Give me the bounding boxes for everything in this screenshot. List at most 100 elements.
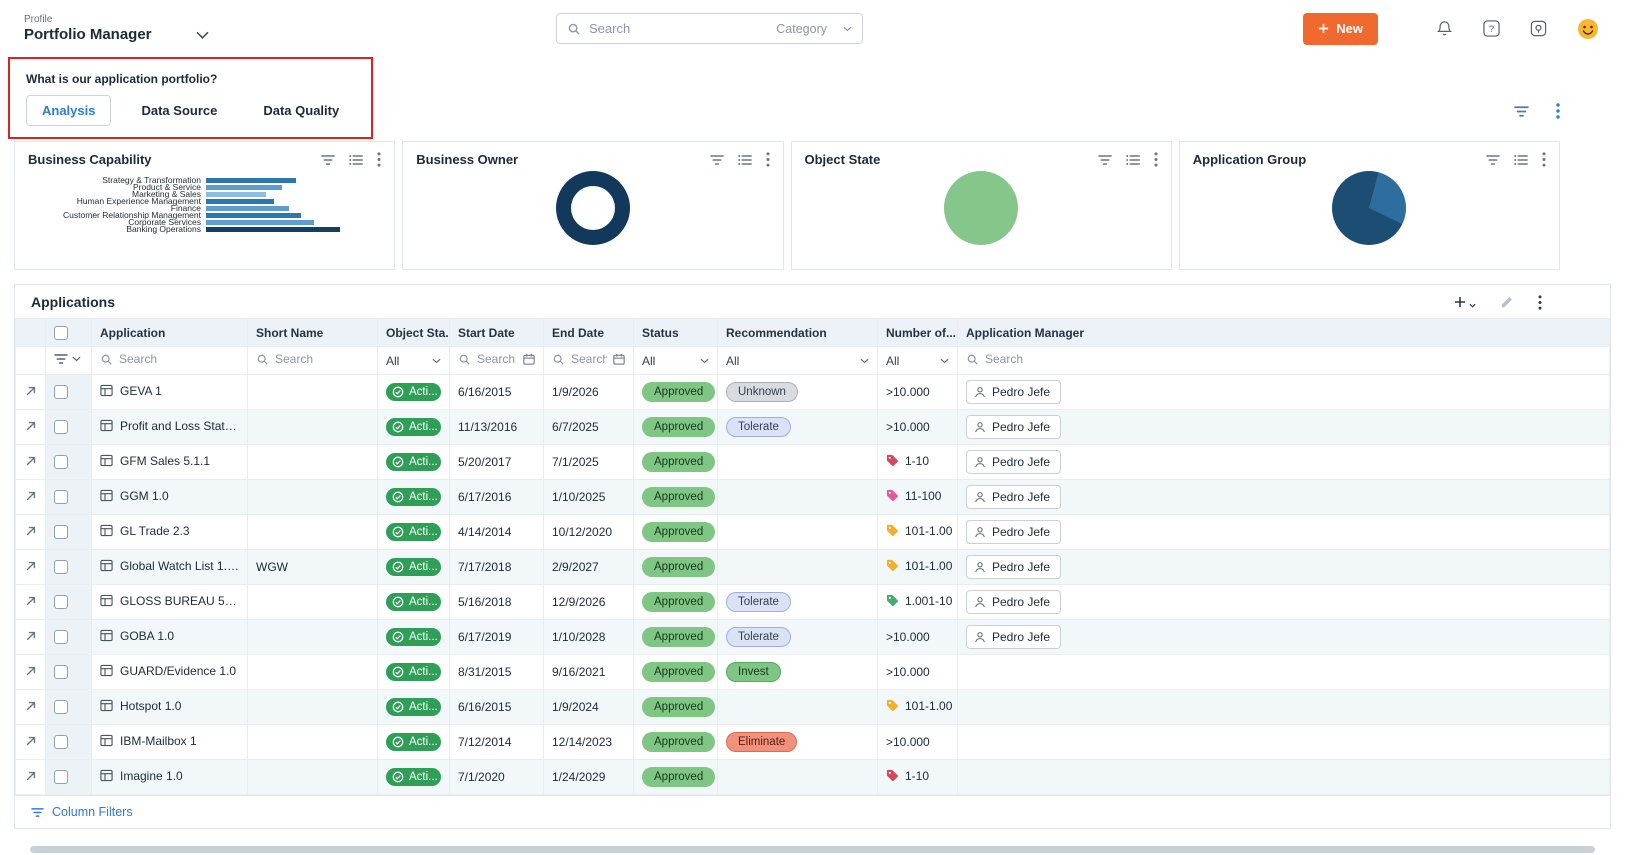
global-search[interactable]: Search Category <box>556 13 863 44</box>
pie-chart[interactable] <box>1332 171 1406 245</box>
kebab-menu-icon[interactable] <box>1538 295 1542 310</box>
filter-icon[interactable] <box>710 154 724 166</box>
select-all-checkbox[interactable] <box>54 326 68 340</box>
column-search-input[interactable]: Search <box>966 352 1601 366</box>
row-checkbox[interactable] <box>54 385 68 399</box>
add-application-button[interactable] <box>1454 296 1476 308</box>
application-name[interactable]: Profit and Loss State... <box>120 419 239 433</box>
open-fact-sheet-icon[interactable] <box>25 525 37 537</box>
open-fact-sheet-icon[interactable] <box>25 735 37 747</box>
help-icon[interactable]: ? <box>1483 20 1500 37</box>
column-header-object-sta[interactable]: Object Sta... <box>378 319 450 347</box>
category-dropdown[interactable]: Category <box>776 22 852 36</box>
column-search-input[interactable]: Search <box>256 352 369 366</box>
row-checkbox[interactable] <box>54 770 68 784</box>
column-header-short-name[interactable]: Short Name <box>248 319 378 347</box>
application-manager-chip[interactable]: Pedro Jefe <box>966 520 1061 544</box>
donut-chart[interactable] <box>556 171 630 245</box>
bar[interactable] <box>206 206 289 211</box>
chevron-down-icon[interactable] <box>196 31 209 39</box>
row-checkbox[interactable] <box>54 490 68 504</box>
application-name[interactable]: GOBA 1.0 <box>120 629 174 643</box>
application-name[interactable]: GUARD/Evidence 1.0 <box>120 664 236 678</box>
application-name[interactable]: Hotspot 1.0 <box>120 699 181 713</box>
bar[interactable] <box>206 178 296 183</box>
application-name[interactable]: GLOSS BUREAU 5.0.1 <box>120 594 239 608</box>
open-fact-sheet-icon[interactable] <box>25 665 37 677</box>
filter-icon[interactable] <box>1098 154 1112 166</box>
tab-data-source[interactable]: Data Source <box>125 95 233 126</box>
open-fact-sheet-icon[interactable] <box>25 770 37 782</box>
filter-icon[interactable] <box>321 154 335 166</box>
column-select-filter[interactable]: All <box>886 354 949 368</box>
kebab-menu-icon[interactable] <box>766 152 770 167</box>
open-fact-sheet-icon[interactable] <box>25 630 37 642</box>
open-fact-sheet-icon[interactable] <box>25 490 37 502</box>
horizontal-scrollbar[interactable] <box>30 846 1595 853</box>
column-header-application-manager[interactable]: Application Manager <box>958 319 1610 347</box>
filter-sort-button[interactable] <box>54 353 81 365</box>
open-fact-sheet-icon[interactable] <box>25 560 37 572</box>
filter-icon[interactable] <box>1486 154 1500 166</box>
application-name[interactable]: GGM 1.0 <box>120 489 169 503</box>
column-header-application[interactable]: Application <box>92 319 248 347</box>
application-manager-chip[interactable]: Pedro Jefe <box>966 415 1061 439</box>
application-manager-chip[interactable]: Pedro Jefe <box>966 485 1061 509</box>
kebab-menu-icon[interactable] <box>1556 103 1560 119</box>
column-filters-link[interactable]: Column Filters <box>52 805 133 819</box>
application-manager-chip[interactable]: Pedro Jefe <box>966 555 1061 579</box>
list-view-icon[interactable] <box>1126 154 1140 166</box>
kebab-menu-icon[interactable] <box>1542 152 1546 167</box>
calendar-icon[interactable] <box>523 353 535 365</box>
apps-store-icon[interactable] <box>1530 20 1547 37</box>
scrollbar-thumb[interactable] <box>30 846 1595 853</box>
application-name[interactable]: Imagine 1.0 <box>120 769 183 783</box>
application-name[interactable]: GFM Sales 5.1.1 <box>120 454 210 468</box>
bar[interactable] <box>206 227 340 232</box>
open-fact-sheet-icon[interactable] <box>25 700 37 712</box>
column-header-number-of[interactable]: Number of... <box>878 319 958 347</box>
application-name[interactable]: GEVA 1 <box>120 384 162 398</box>
filter-icon[interactable] <box>1514 105 1529 118</box>
column-date-filter[interactable]: Search <box>458 352 535 366</box>
edit-icon[interactable] <box>1500 295 1514 309</box>
open-fact-sheet-icon[interactable] <box>25 595 37 607</box>
list-view-icon[interactable] <box>1514 154 1528 166</box>
column-header-end-date[interactable]: End Date <box>544 319 634 347</box>
column-search-input[interactable]: Search <box>100 352 239 366</box>
column-select-filter[interactable]: All <box>726 354 869 368</box>
row-checkbox[interactable] <box>54 735 68 749</box>
row-checkbox[interactable] <box>54 630 68 644</box>
application-name[interactable]: Global Watch List 1.1... <box>120 559 239 573</box>
column-date-filter[interactable]: Search <box>552 352 625 366</box>
column-header-recommendation[interactable]: Recommendation <box>718 319 878 347</box>
user-avatar[interactable] <box>1577 18 1599 40</box>
new-button[interactable]: New <box>1303 13 1378 45</box>
application-manager-chip[interactable]: Pedro Jefe <box>966 380 1061 404</box>
open-fact-sheet-icon[interactable] <box>25 385 37 397</box>
application-name[interactable]: IBM-Mailbox 1 <box>120 734 197 748</box>
row-checkbox[interactable] <box>54 595 68 609</box>
column-select-filter[interactable]: All <box>386 354 441 368</box>
application-manager-chip[interactable]: Pedro Jefe <box>966 450 1061 474</box>
tab-data-quality[interactable]: Data Quality <box>247 95 355 126</box>
bar[interactable] <box>206 213 301 218</box>
row-checkbox[interactable] <box>54 525 68 539</box>
notifications-bell-icon[interactable] <box>1436 20 1453 37</box>
column-header-start-date[interactable]: Start Date <box>450 319 544 347</box>
open-fact-sheet-icon[interactable] <box>25 455 37 467</box>
application-name[interactable]: GL Trade 2.3 <box>120 524 190 538</box>
pie-chart[interactable] <box>944 171 1018 245</box>
column-header-status[interactable]: Status <box>634 319 718 347</box>
open-fact-sheet-icon[interactable] <box>25 420 37 432</box>
profile-switcher[interactable]: Profile Portfolio Manager <box>24 14 209 43</box>
bar[interactable] <box>206 192 266 197</box>
row-checkbox[interactable] <box>54 665 68 679</box>
list-view-icon[interactable] <box>738 154 752 166</box>
column-select-filter[interactable]: All <box>642 354 709 368</box>
list-view-icon[interactable] <box>349 154 363 166</box>
row-checkbox[interactable] <box>54 560 68 574</box>
bar[interactable] <box>206 185 282 190</box>
tab-analysis[interactable]: Analysis <box>26 95 111 126</box>
row-checkbox[interactable] <box>54 455 68 469</box>
